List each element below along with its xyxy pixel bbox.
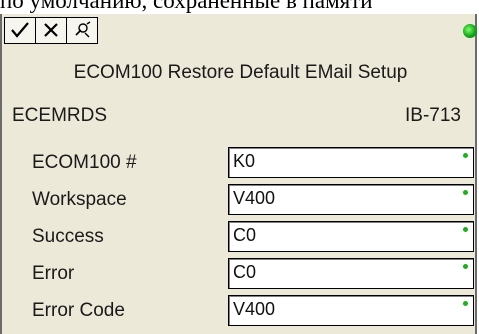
field-dot-icon (463, 153, 468, 158)
cancel-button[interactable] (35, 16, 67, 44)
param-value: V400 (233, 299, 276, 319)
help-button[interactable] (66, 16, 98, 44)
ok-button[interactable] (4, 16, 36, 44)
field-dot-icon (463, 190, 468, 195)
param-row-error-code: Error Code V400 (2, 295, 479, 331)
param-label: ECOM100 # (32, 152, 137, 173)
param-value: V400 (233, 188, 276, 208)
param-label: Workspace (32, 189, 127, 210)
field-dot-icon (463, 301, 468, 306)
status-indicator-icon (463, 24, 477, 38)
param-row-error: Error C0 (2, 258, 479, 294)
param-label: Success (32, 226, 104, 247)
check-icon (10, 21, 30, 39)
function-name: ECEMRDS (12, 105, 108, 126)
ib-number: IB-713 (405, 105, 461, 126)
param-row-workspace: Workspace V400 (2, 184, 479, 220)
close-icon (42, 21, 60, 39)
dialog-toolbar (4, 16, 98, 44)
error-field[interactable]: C0 (228, 258, 474, 289)
param-value: C0 (233, 225, 257, 245)
help-icon (72, 21, 92, 39)
dialog-title: ECOM100 Restore Default EMail Setup (73, 62, 408, 83)
field-dot-icon (463, 264, 468, 269)
background-document-text: по умолчанию, сохраненные в памяти (0, 0, 373, 13)
field-dot-icon (463, 227, 468, 232)
success-field[interactable]: C0 (228, 221, 474, 252)
ecom100-number-field[interactable]: K0 (228, 147, 474, 178)
ib-instruction-dialog: ECOM100 Restore Default EMail Setup ECEM… (0, 14, 477, 334)
param-label: Error Code (32, 300, 125, 321)
param-row-ecom100: ECOM100 # K0 (2, 147, 479, 183)
param-value: K0 (233, 151, 256, 171)
error-code-field[interactable]: V400 (228, 295, 474, 326)
param-label: Error (32, 263, 75, 284)
param-value: C0 (233, 262, 257, 282)
workspace-field[interactable]: V400 (228, 184, 474, 215)
param-row-success: Success C0 (2, 221, 479, 257)
